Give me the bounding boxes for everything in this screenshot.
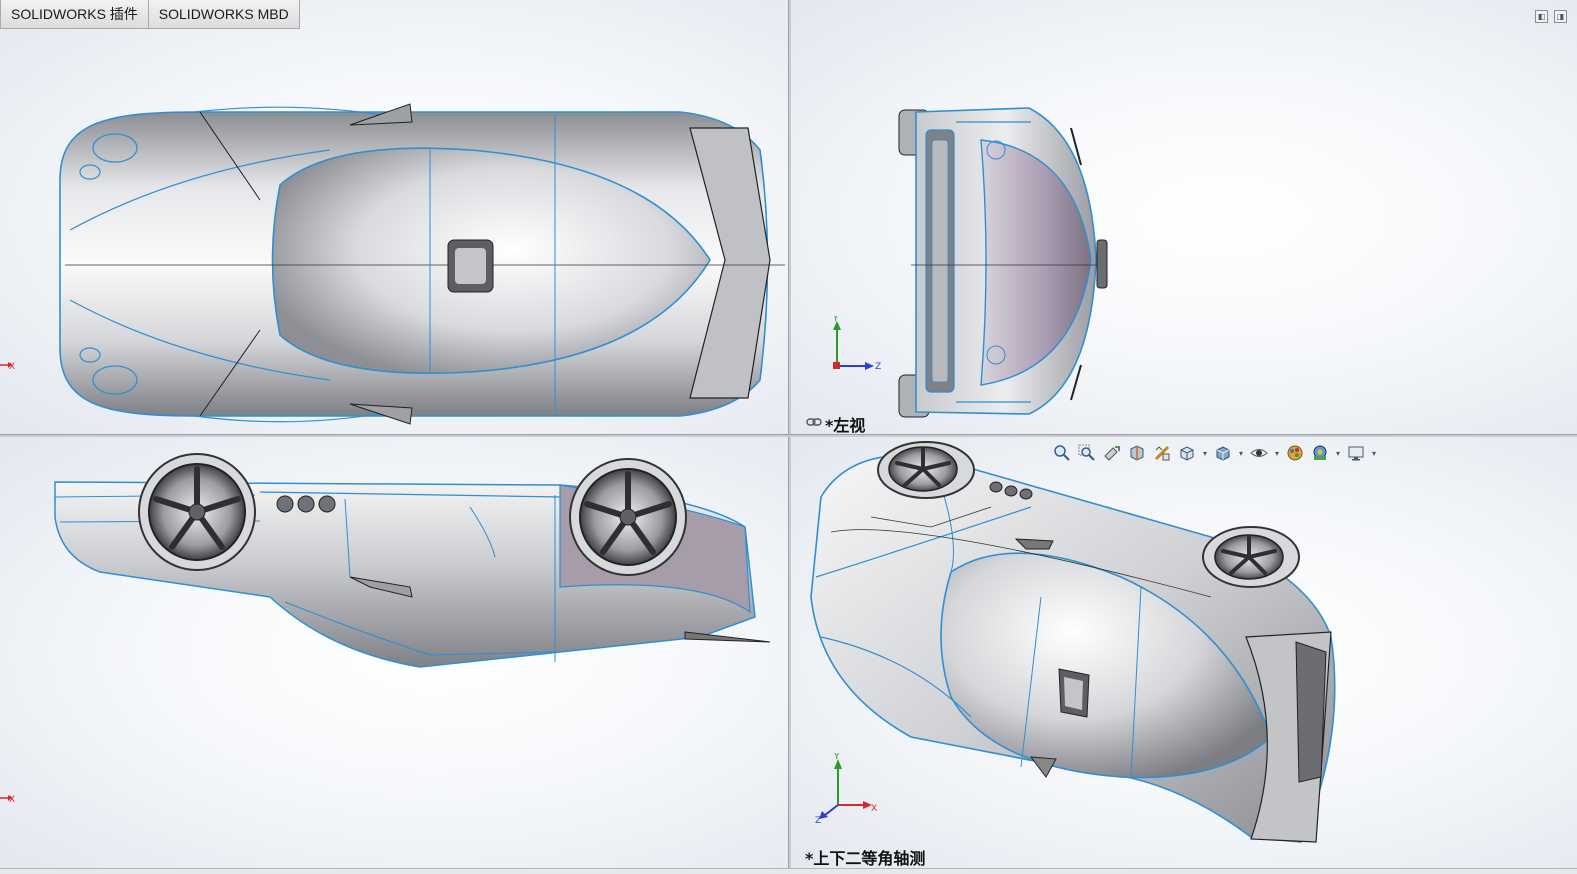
hide-show-dropdown-icon[interactable]: ▾ <box>1273 442 1281 464</box>
view-settings-icon[interactable] <box>1345 442 1367 464</box>
tab-solidworks-addins[interactable]: SOLIDWORKS 插件 <box>0 0 149 29</box>
zoom-to-fit-icon[interactable] <box>1051 442 1073 464</box>
axis-z-label: Z <box>815 816 821 825</box>
status-strip <box>0 868 1577 874</box>
view-settings-dropdown-icon[interactable]: ▾ <box>1370 442 1378 464</box>
viewport-top-left[interactable]: X <box>0 0 788 434</box>
car-model-front-view <box>54 453 771 668</box>
restore-viewport-icon[interactable]: ◨ <box>1554 10 1567 23</box>
view-orientation-dropdown-icon[interactable]: ▾ <box>1201 442 1209 464</box>
solidworks-graphics-area: SOLIDWORKS 插件 SOLIDWORKS MBD X ◧ ◨ Y Z *… <box>0 0 1577 874</box>
zoom-to-area-icon[interactable] <box>1076 442 1098 464</box>
tab-solidworks-mbd[interactable]: SOLIDWORKS MBD <box>147 0 300 29</box>
section-view-icon[interactable] <box>1126 442 1148 464</box>
viewport-bottom-left[interactable]: X <box>0 437 788 868</box>
viewport-bottom-right[interactable]: ▾ ▾ ▾ ▾ ▾ Y X Z *上下二等角轴测 <box>791 437 1577 868</box>
view-orientation-icon[interactable] <box>1176 442 1198 464</box>
heads-up-view-toolbar: ▾ ▾ ▾ ▾ ▾ <box>1051 442 1378 464</box>
car-model-top-view <box>59 103 785 425</box>
axis-x-label: X <box>9 362 15 372</box>
view-label-left: *左视 <box>825 416 866 434</box>
axis-y-label: Y <box>833 753 840 762</box>
car-model-left-view <box>898 107 1108 418</box>
view-label-isometric: *上下二等角轴测 <box>805 849 926 868</box>
axis-triad-isometric: Y X Z <box>815 753 877 825</box>
axis-triad-top-left: X <box>0 362 15 372</box>
viewport-window-controls: ◧ ◨ <box>1535 10 1567 23</box>
apply-scene-icon[interactable] <box>1309 442 1331 464</box>
previous-view-icon[interactable] <box>1101 442 1123 464</box>
hide-show-items-icon[interactable] <box>1248 442 1270 464</box>
axis-z-label: Z <box>875 362 881 372</box>
axis-triad-bottom-left: X <box>0 795 15 805</box>
display-style-icon[interactable] <box>1212 442 1234 464</box>
axis-triad-top-right: Y Z <box>832 316 881 372</box>
viewport-top-right[interactable]: ◧ ◨ Y Z *左视 <box>791 0 1577 434</box>
collapse-viewport-icon[interactable]: ◧ <box>1535 10 1548 23</box>
apply-scene-dropdown-icon[interactable]: ▾ <box>1334 442 1342 464</box>
axis-y-label: Y <box>832 316 839 324</box>
dynamic-annotation-icon[interactable] <box>1151 442 1173 464</box>
display-style-dropdown-icon[interactable]: ▾ <box>1237 442 1245 464</box>
axis-x-label: X <box>9 795 15 805</box>
car-model-isometric-view <box>810 441 1336 843</box>
link-view-icon[interactable] <box>806 417 822 427</box>
viewport-splitter-horizontal[interactable] <box>0 434 1577 437</box>
edit-appearance-icon[interactable] <box>1284 442 1306 464</box>
axis-x-label: X <box>871 804 877 814</box>
command-manager-tabs: SOLIDWORKS 插件 SOLIDWORKS MBD <box>0 0 300 30</box>
